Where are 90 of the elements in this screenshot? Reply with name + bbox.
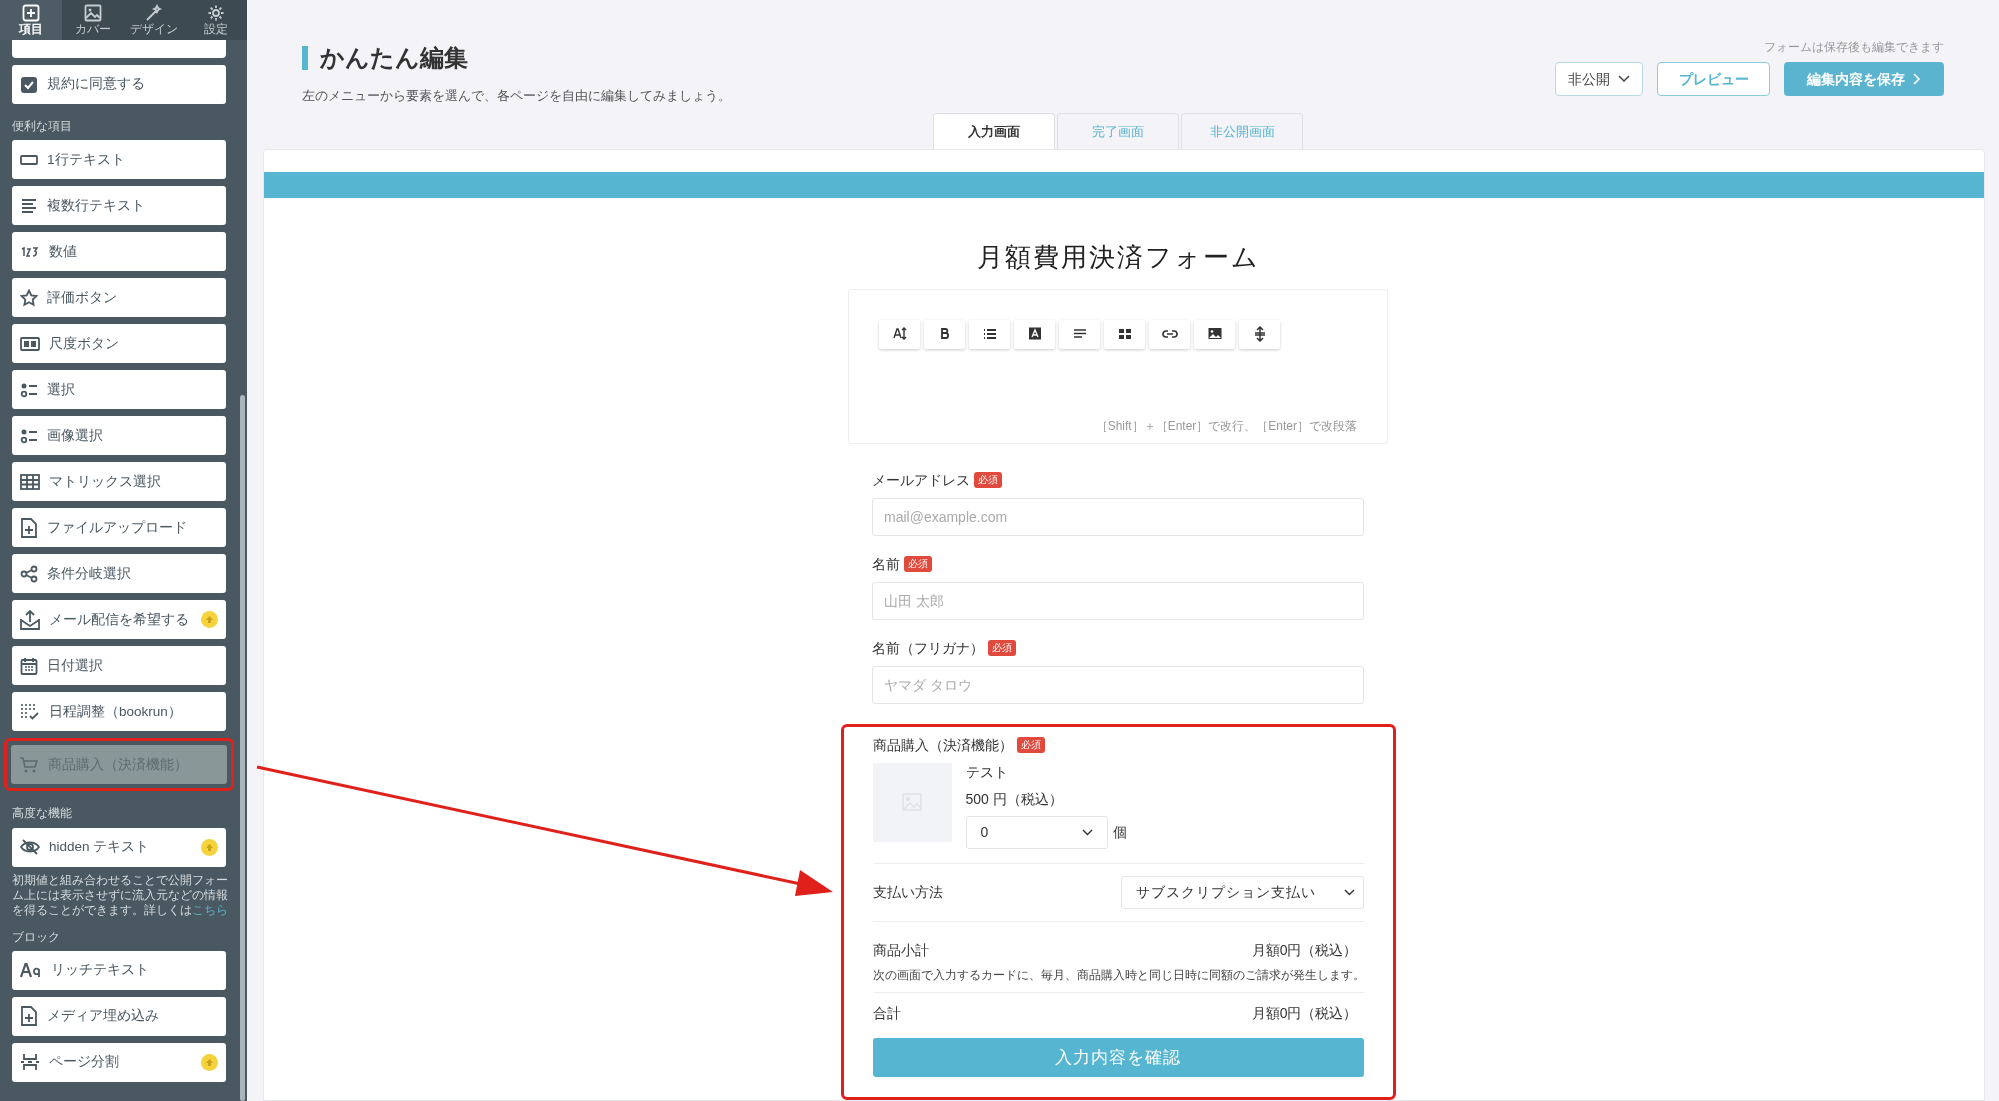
plus-square-icon	[21, 4, 40, 22]
required-badge: 必須	[904, 556, 932, 573]
file-plus-icon	[20, 517, 38, 538]
sidebar-item[interactable]: 日付選択	[12, 646, 226, 686]
field-label: 合計	[872, 1004, 901, 1023]
page-subtitle: 左のメニューから要素を選んで、各ページを自由に編集してみましょう。	[302, 87, 731, 105]
unit-label: 個	[1112, 822, 1127, 842]
editor-hint: ［Shift］＋［Enter］で改行、［Enter］で改段落	[1095, 417, 1357, 435]
sidebar-tab[interactable]: デザイン	[123, 0, 186, 40]
sidebar-item[interactable]: 条件分岐選択	[12, 554, 226, 594]
sidebar-item[interactable]: 評価ボタン	[12, 278, 226, 318]
star-icon	[20, 288, 38, 307]
sidebar-item[interactable]: 数値	[12, 232, 226, 272]
sidebar-item[interactable]: 尺度ボタン	[12, 324, 226, 364]
sidebar-item[interactable]: ページ分割	[12, 1042, 226, 1082]
text-style-icon	[20, 962, 42, 979]
text-size-icon[interactable]	[879, 319, 920, 349]
sidebar-tab[interactable]: 設定	[185, 0, 247, 40]
product-name: テスト	[965, 762, 1009, 782]
paragraph-icon	[20, 196, 38, 215]
chevron-down-icon	[1081, 828, 1093, 836]
page-tab[interactable]: 入力画面	[933, 112, 1055, 149]
sidebar-item[interactable]: リッチテキスト	[12, 950, 226, 990]
sidebar-item[interactable]: 日程調整（bookrun）	[12, 692, 226, 732]
chevron-right-icon	[1913, 73, 1921, 85]
settings-icon	[207, 4, 226, 22]
image-placeholder-icon	[872, 762, 952, 842]
section-heading: 高度な機能	[12, 806, 73, 822]
sidebar-item[interactable]: hidden テキスト	[12, 827, 226, 867]
product-price: 500 円（税込）	[965, 789, 1064, 809]
mail-upload-icon	[20, 609, 40, 630]
calendar-icon	[20, 656, 38, 675]
total-value: 月額0円（税込）	[1251, 1004, 1358, 1023]
subtotal-value: 月額0円（税込）	[1251, 940, 1358, 960]
input-field[interactable]: 山田 太郎	[872, 581, 1364, 620]
table-icon[interactable]	[1104, 319, 1145, 349]
sidebar-item[interactable]: 選択	[12, 370, 226, 410]
line-height-icon[interactable]	[1239, 319, 1280, 349]
sidebar-item[interactable]: メール配信を希望する	[12, 600, 226, 640]
required-badge: 必須	[988, 640, 1016, 657]
list-icon[interactable]	[969, 319, 1010, 349]
checkbox-icon	[20, 75, 38, 94]
sidebar-tab[interactable]: カバー	[61, 0, 124, 40]
help-text: 初期値と組み合わせることで公開フォーム上には表示させずに流入元などの情報を得ることができます。詳しくはこちら	[12, 872, 229, 918]
sidebar-item[interactable]: ファイルアップロード	[12, 508, 226, 548]
image-icon	[83, 4, 102, 22]
sidebar-item[interactable]: マトリックス選択	[12, 462, 226, 502]
image-icon[interactable]	[1194, 319, 1235, 349]
section-heading: ブロック	[12, 929, 61, 945]
link-icon[interactable]	[1149, 319, 1190, 349]
chevron-down-icon	[1343, 888, 1355, 896]
dotted-check-icon	[20, 702, 40, 721]
chevron-down-icon	[1618, 75, 1630, 83]
share-icon	[20, 564, 38, 583]
field-label: 商品購入（決済機能）	[872, 735, 1013, 755]
cart-icon	[19, 755, 39, 774]
required-badge: 必須	[974, 472, 1002, 489]
billing-notice: 次の画面で入力するカードに、毎月、商品購入時と同じ日時に同額のご請求が発生します。	[872, 967, 1358, 983]
sidebar-item[interactable]: メディア埋め込み	[12, 996, 226, 1036]
input-field[interactable]: ヤマダ タロウ	[872, 665, 1364, 704]
bold-icon[interactable]	[924, 319, 965, 349]
field-label: 商品小計	[872, 940, 929, 960]
scrollbar[interactable]	[240, 395, 245, 1101]
sidebar-item[interactable]: 1行テキスト	[12, 140, 226, 180]
sidebar-item[interactable]: 画像選択	[12, 416, 226, 456]
page-title: かんたん編集	[320, 43, 468, 73]
field-label: 名前（フリガナ）	[872, 638, 984, 658]
section-heading: 便利な項目	[12, 119, 73, 135]
sidebar-tab[interactable]: 項目	[0, 0, 62, 40]
required-badge: 必須	[1016, 737, 1045, 754]
quantity-select[interactable]: 0	[965, 815, 1108, 849]
input-field[interactable]: mail@example.com	[872, 497, 1364, 536]
file-plus-icon	[20, 1006, 38, 1027]
visibility-select[interactable]: 非公開	[1555, 62, 1643, 96]
payment-select[interactable]: サブスクリプション支払い	[1120, 875, 1364, 909]
page-break-icon	[20, 1053, 40, 1072]
scale-icon	[20, 334, 40, 353]
field-label: 支払い方法	[872, 882, 943, 902]
eye-slash-icon	[20, 838, 40, 856]
text-color-icon[interactable]	[1014, 319, 1055, 349]
sidebar-item[interactable]: 複数行テキスト	[12, 186, 226, 226]
title-accent	[302, 46, 308, 70]
field-label: 名前	[872, 554, 900, 574]
align-left-icon[interactable]	[1059, 319, 1100, 349]
grid-icon	[20, 472, 40, 491]
save-note: フォームは保存後も編集できます	[1764, 39, 1944, 56]
sidebar-item[interactable]: 規約に同意する	[12, 65, 226, 104]
form-title: 月額費用決済フォーム	[976, 240, 1260, 274]
field-label: メールアドレス	[872, 470, 970, 490]
wand-icon	[145, 4, 164, 22]
